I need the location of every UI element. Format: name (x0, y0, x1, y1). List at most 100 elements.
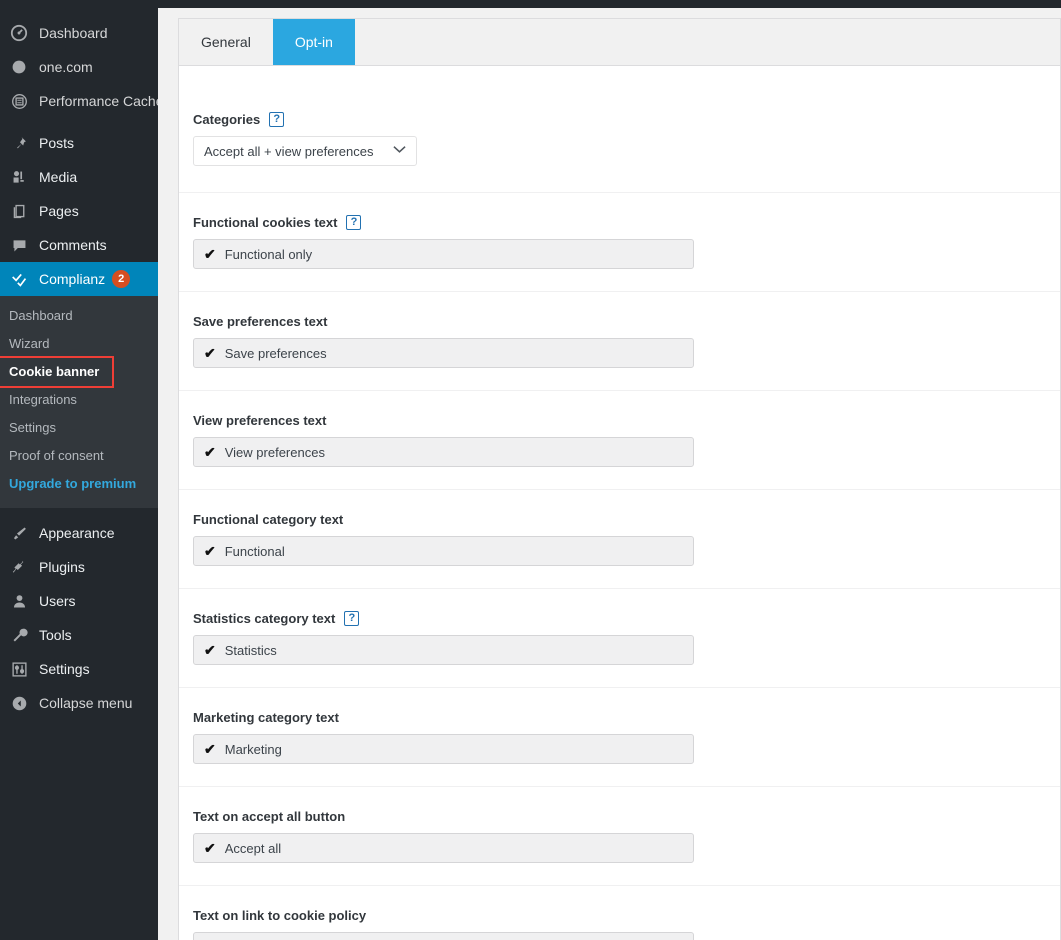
submenu-item-dashboard[interactable]: Dashboard (0, 302, 158, 330)
field-label-text: Functional category text (193, 512, 344, 527)
help-icon[interactable]: ? (346, 215, 362, 230)
complianz-submenu: Dashboard Wizard Cookie banner Integrati… (0, 296, 158, 508)
check-icon: ✔ (204, 345, 216, 361)
sidebar-item-label: Settings (39, 661, 90, 677)
sidebar-item-one-com[interactable]: one.com (0, 50, 158, 84)
brush-icon (8, 523, 30, 543)
plug-icon (8, 557, 30, 577)
collapse-menu-button[interactable]: Collapse menu (0, 686, 158, 720)
panel-spacer (179, 66, 1060, 112)
check-icon: ✔ (204, 444, 216, 460)
tab-opt-in[interactable]: Opt-in (272, 19, 355, 65)
pin-icon (8, 133, 30, 153)
dashboard-icon (8, 23, 30, 43)
sidebar-item-performance-cache[interactable]: Performance Cache (0, 84, 164, 118)
help-icon[interactable]: ? (269, 112, 285, 127)
input-value: Functional (224, 543, 285, 559)
field-label: Statistics category text ? (193, 611, 1060, 626)
submenu-item-wizard[interactable]: Wizard (0, 330, 158, 358)
menu-divider (0, 118, 158, 126)
sidebar-item-label: Tools (39, 627, 72, 643)
field-label-text: Text on accept all button (193, 809, 346, 824)
input-value: Save preferences (224, 345, 327, 361)
sidebar-item-label: one.com (39, 59, 93, 75)
field-row-statistics-category-text: Statistics category text ? ✔ Statistics (179, 589, 1060, 688)
comment-icon (8, 235, 30, 255)
field-label-text: Marketing category text (193, 710, 339, 725)
status-badge: 2 (112, 270, 131, 288)
field-label-categories: Categories ? (193, 112, 1060, 127)
field-row-functional-category-text: Functional category text ✔ Functional (179, 490, 1060, 589)
submenu-item-proof-of-consent[interactable]: Proof of consent (0, 442, 158, 470)
sidebar-item-comments[interactable]: Comments (0, 228, 158, 262)
tab-bar: General Opt-in (178, 18, 1061, 66)
sidebar-item-label: Users (39, 593, 76, 609)
functional-category-text-input[interactable]: ✔ Functional (193, 536, 694, 566)
sidebar-item-label: Comments (39, 237, 107, 253)
collapse-arrow-icon (8, 693, 30, 713)
help-icon[interactable]: ? (344, 611, 360, 626)
save-preferences-text-input[interactable]: ✔ Save preferences (193, 338, 694, 368)
settings-panel: Categories ? Accept all + view preferenc… (178, 66, 1061, 940)
tab-general[interactable]: General (179, 19, 273, 65)
sidebar-item-plugins[interactable]: Plugins (0, 550, 158, 584)
sidebar-item-label: Dashboard (39, 25, 108, 41)
cookie-policy-link-text-input[interactable]: ✔ Read more (193, 932, 694, 940)
sidebar-item-label: Media (39, 169, 78, 185)
main-content: General Opt-in Categories ? Accept all +… (158, 8, 1061, 940)
submenu-item-upgrade-to-premium[interactable]: Upgrade to premium (0, 470, 158, 498)
circle-icon (8, 57, 30, 77)
sidebar-item-dashboard[interactable]: Dashboard (0, 16, 158, 50)
check-icon: ✔ (204, 543, 216, 559)
check-icon: ✔ (204, 741, 216, 757)
field-row-categories: Categories ? Accept all + view preferenc… (179, 112, 1060, 193)
sidebar-item-media[interactable]: Media (0, 160, 158, 194)
view-preferences-text-input[interactable]: ✔ View preferences (193, 437, 694, 467)
sliders-icon (8, 659, 30, 679)
field-label: Text on link to cookie policy (193, 908, 1060, 923)
field-row-functional-cookies-text: Functional cookies text ? ✔ Functional o… (179, 193, 1060, 292)
field-label: Save preferences text (193, 314, 1060, 329)
functional-cookies-text-input[interactable]: ✔ Functional only (193, 239, 694, 269)
wrench-icon (8, 625, 30, 645)
screen: Dashboard one.com Performance Cache Post… (0, 0, 1061, 940)
check-icon: ✔ (204, 246, 216, 262)
sidebar-item-complianz[interactable]: Complianz 2 (0, 262, 166, 296)
field-label-text: Statistics category text (193, 611, 336, 626)
sidebar-item-label: Appearance (39, 525, 115, 541)
sidebar-item-settings[interactable]: Settings (0, 652, 158, 686)
submenu-item-integrations[interactable]: Integrations (0, 386, 158, 414)
sidebar-item-label: Complianz (39, 271, 106, 287)
categories-select[interactable]: Accept all + view preferences (193, 136, 417, 166)
sidebar-item-posts[interactable]: Posts (0, 126, 158, 160)
sidebar-item-pages[interactable]: Pages (0, 194, 158, 228)
sidebar-item-users[interactable]: Users (0, 584, 158, 618)
field-label-text: Functional cookies text (193, 215, 338, 230)
pages-icon (8, 201, 30, 221)
field-label-text: Text on link to cookie policy (193, 908, 367, 923)
field-label: View preferences text (193, 413, 1060, 428)
sidebar-item-label: Posts (39, 135, 75, 151)
complianz-icon (8, 269, 30, 289)
field-row-view-preferences-text: View preferences text ✔ View preferences (179, 391, 1060, 490)
sidebar-item-label: Plugins (39, 559, 85, 575)
field-label: Functional cookies text ? (193, 215, 1060, 230)
accept-all-button-text-input[interactable]: ✔ Accept all (193, 833, 694, 863)
input-value: Accept all (224, 840, 282, 856)
admin-bar (0, 0, 1061, 8)
sidebar-item-label: Pages (39, 203, 79, 219)
user-icon (8, 591, 30, 611)
cache-icon (8, 91, 30, 111)
submenu-item-settings[interactable]: Settings (0, 414, 158, 442)
chevron-down-icon (393, 145, 406, 157)
field-row-cookie-policy-link-text: Text on link to cookie policy ✔ Read mor… (179, 886, 1060, 940)
statistics-category-text-input[interactable]: ✔ Statistics (193, 635, 694, 665)
marketing-category-text-input[interactable]: ✔ Marketing (193, 734, 694, 764)
field-label: Functional category text (193, 512, 1060, 527)
field-row-marketing-category-text: Marketing category text ✔ Marketing (179, 688, 1060, 787)
input-value: Functional only (224, 246, 313, 262)
collapse-menu-label: Collapse menu (39, 695, 133, 711)
sidebar-item-appearance[interactable]: Appearance (0, 516, 158, 550)
sidebar-item-tools[interactable]: Tools (0, 618, 158, 652)
submenu-item-cookie-banner[interactable]: Cookie banner (0, 356, 114, 388)
